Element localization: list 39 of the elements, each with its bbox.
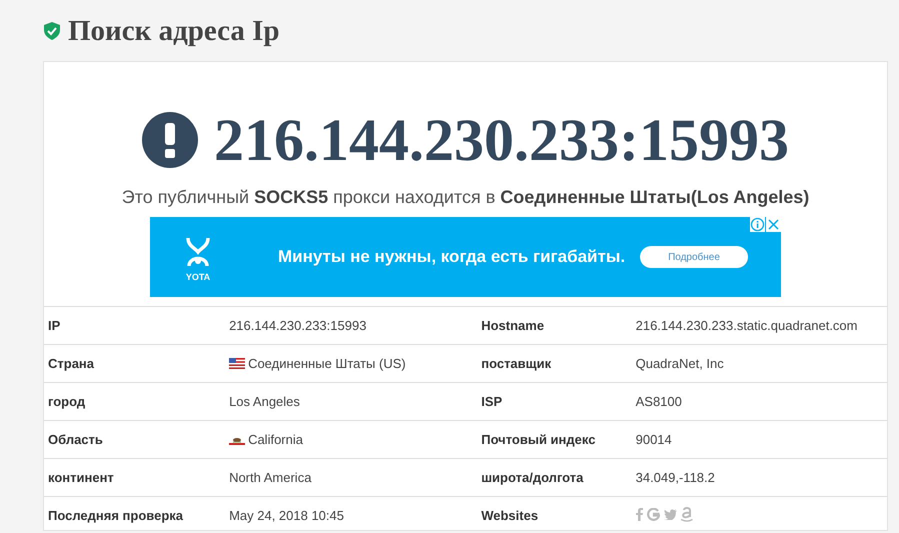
- field-value: Соединенные Штаты (US): [248, 356, 406, 371]
- field-label: Страна: [44, 344, 226, 382]
- ip-address: 216.144.230.233:15993: [214, 109, 789, 171]
- more-button[interactable]: Подробнее: [640, 246, 748, 268]
- field-label: Почтовый индекс: [477, 420, 632, 458]
- field-value: QuadraNet, Inc: [632, 344, 887, 382]
- field-label: город: [44, 382, 226, 420]
- field-value: California: [248, 432, 303, 447]
- field-label: континент: [44, 458, 226, 496]
- field-label: IP: [44, 306, 226, 344]
- field-label: Hostname: [477, 306, 632, 344]
- summary-text: Это публичный SOCKS5 прокси находится в Соединенные Штаты(Los Angeles): [120, 186, 810, 208]
- field-label: Область: [44, 420, 226, 458]
- field-value: AS8100: [632, 382, 887, 420]
- field-value: 34.049,-118.2: [632, 458, 887, 496]
- field-value: 90014: [632, 420, 887, 458]
- us-flag-icon: [229, 358, 246, 369]
- field-value: 216.144.230.233.static.quadranet.com: [632, 306, 887, 344]
- field-label: Последняя проверка: [44, 496, 226, 530]
- exclamation-icon: [142, 112, 198, 168]
- field-label: широта/долгота: [477, 458, 632, 496]
- yota-logo-icon: [185, 236, 211, 268]
- field-value: 216.144.230.233:15993: [225, 306, 478, 344]
- brand-name: YOTA: [186, 272, 210, 282]
- amazon-icon[interactable]: [680, 507, 693, 522]
- facebook-icon[interactable]: [636, 508, 643, 521]
- shield-check-icon: [44, 22, 60, 40]
- bird-icon[interactable]: [664, 509, 677, 520]
- field-value: North America: [225, 458, 478, 496]
- field-label: Websites: [477, 496, 632, 530]
- page-title: Поиск адреса Ip: [68, 16, 280, 46]
- ad-banner[interactable]: YOTA Минуты не нужны, когда есть гигабайты. Подробнее: [150, 217, 781, 297]
- google-icon[interactable]: [646, 508, 660, 521]
- ad-slogan: Минуты не нужны, когда есть гигабайты.: [278, 247, 626, 267]
- field-label: ISP: [477, 382, 632, 420]
- info-icon[interactable]: [750, 217, 765, 232]
- field-value: May 24, 2018 10:45: [225, 496, 478, 530]
- field-label: поставщик: [477, 344, 632, 382]
- field-value: Los Angeles: [225, 382, 478, 420]
